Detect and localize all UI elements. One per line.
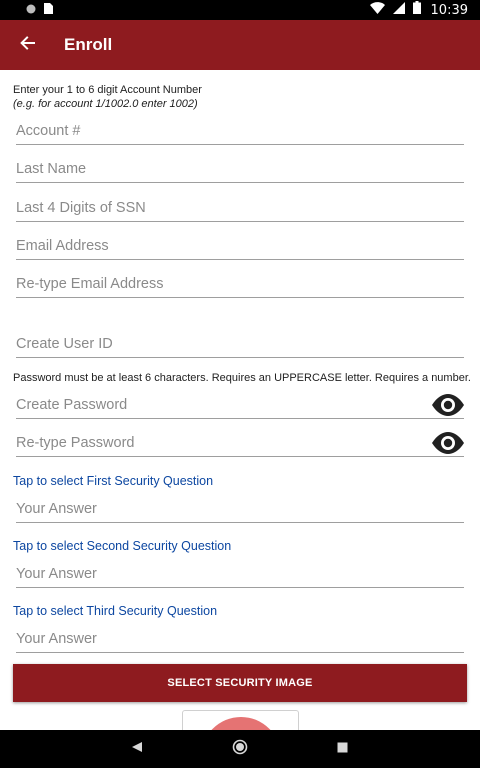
first-answer-input[interactable] <box>16 495 464 522</box>
sim-card-icon <box>44 1 53 19</box>
ssn-field[interactable] <box>16 194 464 222</box>
password-field[interactable] <box>16 391 464 419</box>
account-number-field[interactable] <box>16 117 464 145</box>
wifi-icon <box>369 1 385 19</box>
account-instruction: Enter your 1 to 6 digit Account Number <box>13 84 202 96</box>
battery-icon <box>412 1 421 19</box>
arrow-left-icon <box>20 35 36 56</box>
security-image <box>201 717 281 730</box>
user-id-field[interactable] <box>16 330 464 358</box>
last-name-input[interactable] <box>16 155 464 182</box>
select-security-image-button[interactable]: SELECT SECURITY IMAGE <box>13 664 467 702</box>
password-rules: Password must be at least 6 characters. … <box>13 372 471 384</box>
email-input[interactable] <box>16 232 464 259</box>
nav-recents-button[interactable] <box>322 730 362 768</box>
third-answer-field[interactable] <box>16 625 464 653</box>
navigation-bar <box>0 730 480 768</box>
retype-email-field[interactable] <box>16 270 464 298</box>
email-field[interactable] <box>16 232 464 260</box>
third-security-question-link[interactable]: Tap to select Third Security Question <box>13 604 217 618</box>
first-answer-field[interactable] <box>16 495 464 523</box>
security-image-card[interactable] <box>182 710 299 730</box>
signal-icon <box>392 1 405 19</box>
third-answer-input[interactable] <box>16 625 464 652</box>
eye-icon[interactable] <box>431 431 465 455</box>
account-number-input[interactable] <box>16 117 464 144</box>
last-name-field[interactable] <box>16 155 464 183</box>
circle-home-icon <box>232 739 248 760</box>
status-bar: 10:39 <box>0 0 480 20</box>
retype-email-input[interactable] <box>16 270 464 297</box>
user-id-input[interactable] <box>16 330 464 357</box>
app-bar: Enroll <box>0 20 480 70</box>
eye-icon[interactable] <box>431 393 465 417</box>
retype-password-input[interactable] <box>16 429 416 456</box>
password-input[interactable] <box>16 391 416 418</box>
status-time: 10:39 <box>430 2 468 18</box>
retype-password-field[interactable] <box>16 429 464 457</box>
back-button[interactable] <box>0 20 56 70</box>
second-security-question-link[interactable]: Tap to select Second Security Question <box>13 539 231 553</box>
page-title: Enroll <box>64 35 113 54</box>
second-answer-field[interactable] <box>16 560 464 588</box>
enroll-form: Enter your 1 to 6 digit Account Number (… <box>0 70 480 730</box>
account-example: (e.g. for account 1/1002.0 enter 1002) <box>13 98 198 110</box>
second-answer-input[interactable] <box>16 560 464 587</box>
nav-home-button[interactable] <box>220 730 260 768</box>
triangle-back-icon <box>131 740 143 758</box>
notification-dot-icon <box>26 1 36 19</box>
square-recents-icon <box>337 740 348 758</box>
first-security-question-link[interactable]: Tap to select First Security Question <box>13 474 213 488</box>
ssn-input[interactable] <box>16 194 464 221</box>
nav-back-button[interactable] <box>117 730 157 768</box>
